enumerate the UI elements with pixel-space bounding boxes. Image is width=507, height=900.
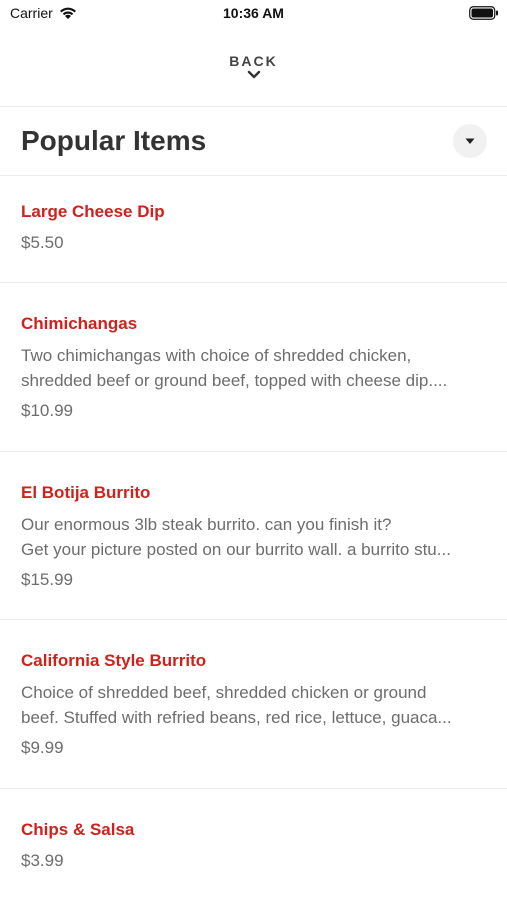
item-name: California Style Burrito	[21, 651, 207, 670]
menu-item[interactable]: Chimichangas Two chimichangas with choic…	[0, 283, 507, 450]
back-label: BACK	[229, 53, 278, 69]
item-price: $5.50	[21, 233, 64, 252]
item-price: $9.99	[21, 738, 64, 757]
collapse-button[interactable]	[453, 124, 487, 158]
back-button[interactable]: BACK	[0, 50, 507, 90]
chevron-down-icon	[247, 70, 260, 79]
item-name: Chips & Salsa	[21, 820, 135, 839]
menu-item[interactable]: Large Cheese Dip $5.50	[0, 176, 507, 282]
item-price: $10.99	[21, 401, 73, 420]
battery-icon	[469, 6, 498, 20]
item-description-line: Our enormous 3lb steak burrito. can you …	[21, 515, 392, 534]
status-bar: Carrier 10:36 AM	[0, 0, 507, 30]
item-price: $3.99	[21, 851, 64, 870]
item-price: $15.99	[21, 570, 73, 589]
item-description-line: Get your picture posted on our burrito w…	[21, 540, 451, 559]
menu-item[interactable]: El Botija Burrito Our enormous 3lb steak…	[0, 452, 507, 619]
menu-item[interactable]: California Style Burrito Choice of shred…	[0, 620, 507, 788]
clock: 10:36 AM	[223, 5, 284, 21]
item-description-line: Choice of shredded beef, shredded chicke…	[21, 683, 427, 702]
caret-down-icon	[465, 138, 475, 144]
item-description-line: shredded beef or ground beef, topped wit…	[21, 371, 448, 390]
page-title: Popular Items	[21, 125, 207, 156]
section-header: Popular Items	[0, 107, 507, 175]
item-name: El Botija Burrito	[21, 483, 151, 502]
item-name: Large Cheese Dip	[21, 202, 165, 221]
menu-item[interactable]: Chips & Salsa $3.99	[0, 789, 507, 900]
item-name: Chimichangas	[21, 314, 138, 333]
item-description-line: beef. Stuffed with refried beans, red ri…	[21, 708, 452, 727]
item-description-line: Two chimichangas with choice of shredded…	[21, 346, 412, 365]
